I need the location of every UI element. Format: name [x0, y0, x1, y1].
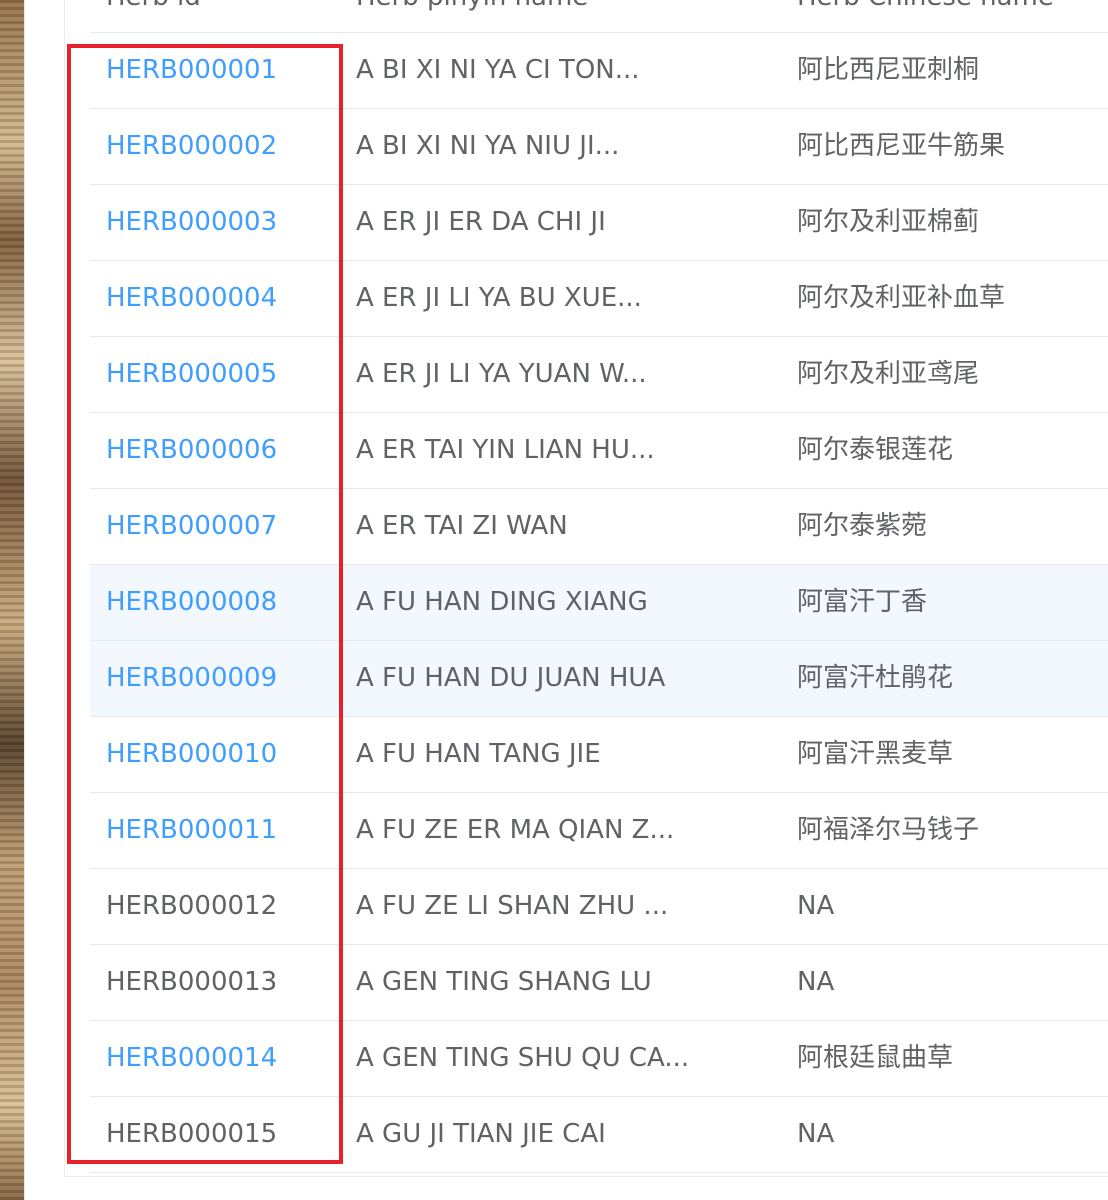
herb-pinyin-name: A FU HAN DING XIANG	[356, 587, 648, 617]
herb-chinese-name: 阿尔泰紫菀	[797, 511, 928, 541]
herb-chinese-name: NA	[797, 1119, 835, 1149]
table-row[interactable]: HERB000009 A FU HAN DU JUAN HUA 阿富汗杜鹃花	[90, 641, 1108, 717]
herb-chinese-name: 阿比西尼亚刺桐	[797, 55, 980, 85]
table-row[interactable]: HERB000006 A ER TAI YIN LIAN HU... 阿尔泰银莲花	[90, 413, 1108, 489]
table-row[interactable]: HERB000002 A BI XI NI YA NIU JI... 阿比西尼亚牛筋…	[90, 109, 1108, 185]
table-row[interactable]: HERB000010 A FU HAN TANG JIE 阿富汗黑麦草	[90, 717, 1108, 793]
herb-pinyin-name: A BI XI NI YA NIU JI...	[356, 131, 620, 161]
herb-pinyin-name: A ER JI ER DA CHI JI	[356, 207, 606, 237]
herb-chinese-name: 阿富汗黑麦草	[797, 739, 954, 769]
table-row[interactable]: HERB000004 A ER JI LI YA BU XUE... 阿尔及利亚补血…	[90, 261, 1108, 337]
herb-id-link[interactable]: HERB000008	[106, 565, 277, 640]
herb-id-link[interactable]: HERB000001	[106, 33, 277, 108]
table-row[interactable]: HERB000005 A ER JI LI YA YUAN W... 阿尔及利亚鸢尾	[90, 337, 1108, 413]
herb-chinese-name: 阿尔及利亚棉蓟	[797, 207, 980, 237]
table-row[interactable]: HERB000003 A ER JI ER DA CHI JI 阿尔及利亚棉蓟	[90, 185, 1108, 261]
herb-pinyin-name: A ER JI LI YA BU XUE...	[356, 283, 642, 313]
header-herb-id[interactable]: Herb id	[106, 0, 201, 12]
table-header: Herb id Herb pinyin name Herb Chinese na…	[90, 0, 1108, 33]
table-row[interactable]: HERB000007 A ER TAI ZI WAN 阿尔泰紫菀	[90, 489, 1108, 565]
table-row[interactable]: HERB000001 A BI XI NI YA CI TON... 阿比西尼亚刺桐	[90, 33, 1108, 109]
herb-pinyin-name: A FU ZE LI SHAN ZHU ...	[356, 891, 669, 921]
herb-chinese-name: 阿根廷鼠曲草	[797, 1043, 954, 1073]
table-row[interactable]: HERB000014 A GEN TING SHU QU CA... 阿根廷鼠曲草	[90, 1021, 1108, 1097]
herb-pinyin-name: A FU HAN DU JUAN HUA	[356, 663, 666, 693]
table-row[interactable]: HERB000013 A GEN TING SHANG LU NA	[90, 945, 1108, 1021]
herb-pinyin-name: A BI XI NI YA CI TON...	[356, 55, 640, 85]
herb-id-text: HERB000013	[106, 967, 278, 997]
herb-chinese-name: 阿比西尼亚牛筋果	[797, 131, 1006, 161]
herb-pinyin-name: A ER TAI ZI WAN	[356, 511, 568, 541]
herb-pinyin-name: A GU JI TIAN JIE CAI	[356, 1119, 606, 1149]
herb-id-link[interactable]: HERB000014	[106, 1021, 277, 1096]
herb-chinese-name: NA	[797, 891, 835, 921]
herb-id-link[interactable]: HERB000007	[106, 489, 277, 564]
herb-background-image	[0, 0, 24, 1200]
herb-pinyin-name: A ER JI LI YA YUAN W...	[356, 359, 647, 389]
herb-chinese-name: 阿富汗丁香	[797, 587, 928, 617]
herb-pinyin-name: A GEN TING SHANG LU	[356, 967, 652, 997]
herb-id-link[interactable]: HERB000005	[106, 337, 277, 412]
herb-chinese-name: 阿富汗杜鹃花	[797, 663, 954, 693]
herb-id-link[interactable]: HERB000003	[106, 185, 277, 260]
herb-chinese-name: 阿尔泰银莲花	[797, 435, 954, 465]
header-herb-pinyin-name[interactable]: Herb pinyin name	[356, 0, 588, 12]
herb-id-link[interactable]: HERB000009	[106, 641, 277, 716]
herb-pinyin-name: A ER TAI YIN LIAN HU...	[356, 435, 655, 465]
table-row[interactable]: HERB000008 A FU HAN DING XIANG 阿富汗丁香	[90, 565, 1108, 641]
herb-pinyin-name: A FU ZE ER MA QIAN Z...	[356, 815, 675, 845]
herb-chinese-name: 阿福泽尔马钱子	[797, 815, 980, 845]
table-body: HERB000001 A BI XI NI YA CI TON... 阿比西尼亚刺桐…	[90, 33, 1108, 1173]
table-row[interactable]: HERB000011 A FU ZE ER MA QIAN Z... 阿福泽尔马钱子	[90, 793, 1108, 869]
herb-id-text: HERB000015	[106, 1119, 278, 1149]
header-herb-chinese-name[interactable]: Herb Chinese name	[797, 0, 1054, 12]
herb-chinese-name: NA	[797, 967, 835, 997]
herb-pinyin-name: A GEN TING SHU QU CA...	[356, 1043, 690, 1073]
herb-id-link[interactable]: HERB000011	[106, 793, 277, 868]
herb-pinyin-name: A FU HAN TANG JIE	[356, 739, 601, 769]
table-row[interactable]: HERB000012 A FU ZE LI SHAN ZHU ... NA	[90, 869, 1108, 945]
herb-id-link[interactable]: HERB000006	[106, 413, 277, 488]
herb-chinese-name: 阿尔及利亚鸢尾	[797, 359, 980, 389]
herb-id-link[interactable]: HERB000010	[106, 717, 277, 792]
herb-chinese-name: 阿尔及利亚补血草	[797, 283, 1006, 313]
herb-id-link[interactable]: HERB000004	[106, 261, 277, 336]
herb-id-text: HERB000012	[106, 891, 278, 921]
herb-id-link[interactable]: HERB000002	[106, 109, 277, 184]
table-row[interactable]: HERB000015 A GU JI TIAN JIE CAI NA	[90, 1097, 1108, 1173]
